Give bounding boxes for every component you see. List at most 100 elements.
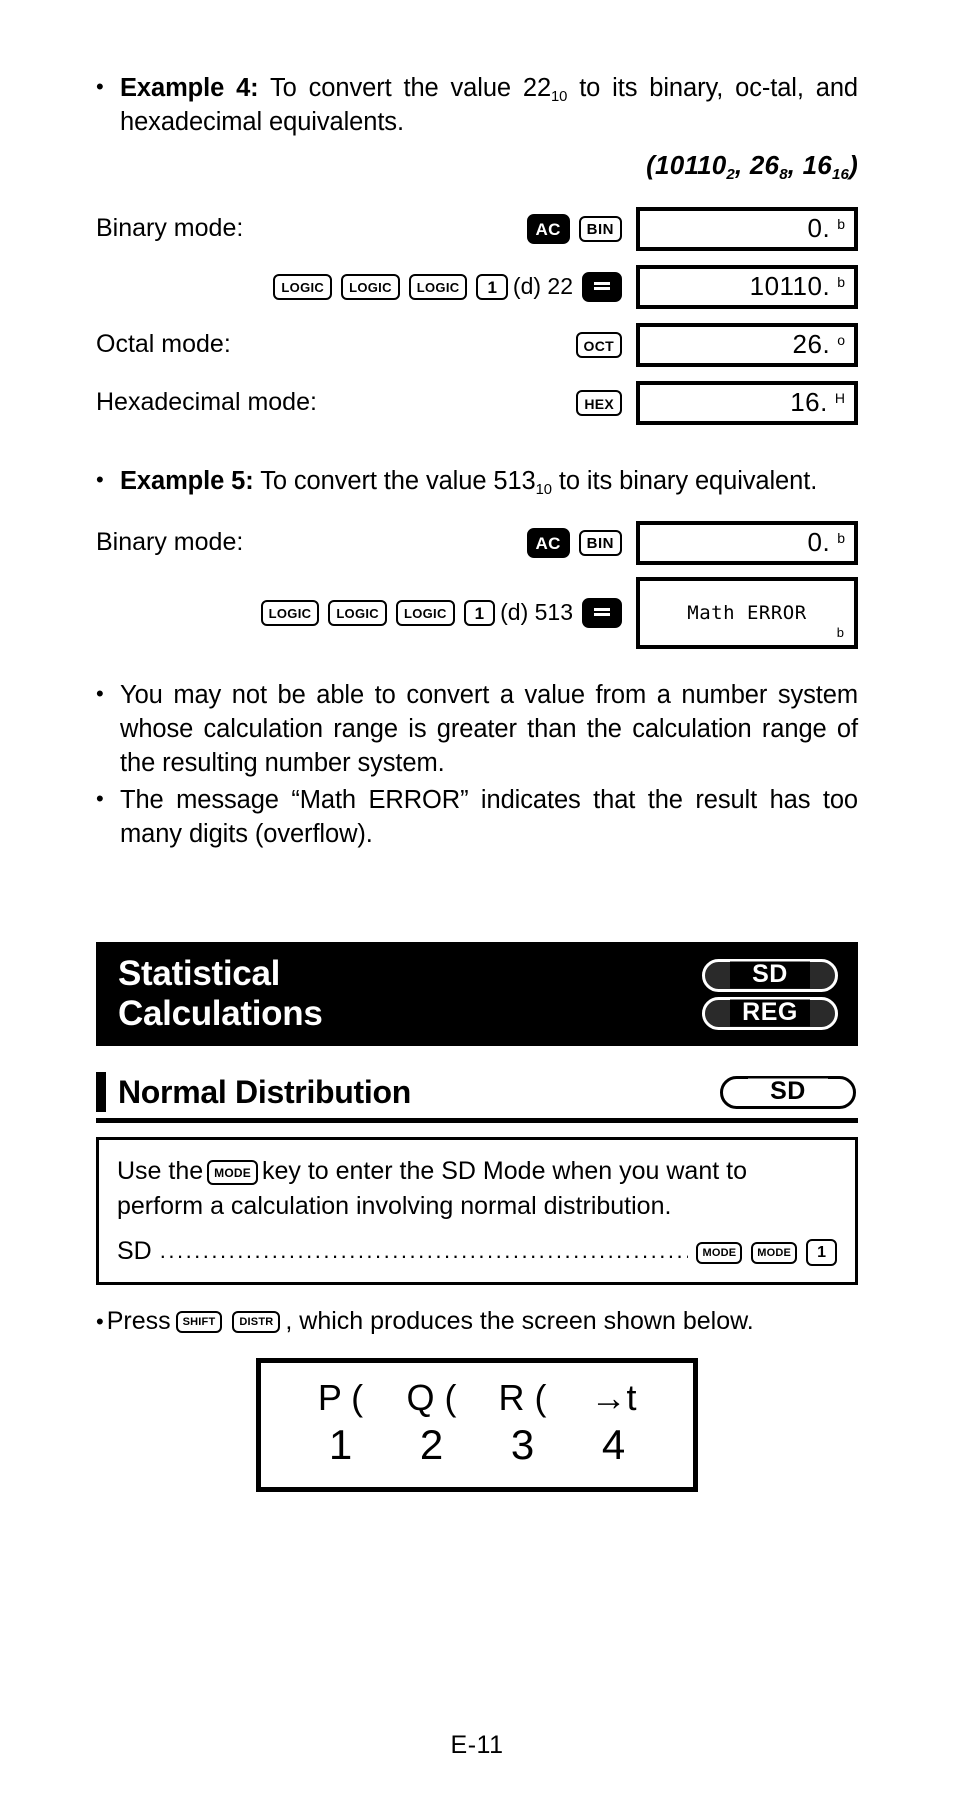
example-5-row-convert: LOGIC LOGIC LOGIC 1 (d) 513 Math ERROR b [96, 576, 858, 649]
logic-key-3[interactable]: LOGIC [408, 273, 468, 300]
mode-key[interactable]: MODE [207, 1160, 258, 1186]
equals-icon [592, 279, 612, 293]
manual-page: • Example 4: To convert the value 2210 t… [0, 0, 954, 1804]
oct-key[interactable]: OCT [575, 331, 622, 358]
subsection-mode-badge-slot: SD [720, 1075, 858, 1109]
mode-key-2[interactable]: MODE [751, 1241, 798, 1264]
press-text-a: Press [106, 1307, 171, 1336]
mode-info-box: Use the MODE key to enter the SD Mode when… [96, 1137, 858, 1286]
bullet-icon: • [96, 680, 104, 706]
example-4-text: Example 4: To convert the value 2210 to … [120, 72, 858, 140]
row-label: Hexadecimal mode: [96, 388, 317, 417]
subsection-accent-bar [96, 1072, 106, 1113]
calculator-display: 10110. b [636, 264, 858, 309]
row-label: Octal mode: [96, 330, 231, 359]
example-5-row-binary: Binary mode: AC BIN 0. b [96, 520, 858, 565]
screen-function-p: P ( [317, 1377, 364, 1419]
screen-row-numbers: 1 2 3 4 [295, 1421, 659, 1469]
display-value: 0. [807, 527, 831, 558]
subsection-header-block: Normal Distribution SD [96, 1072, 858, 1124]
equals-icon [592, 605, 612, 619]
answer-value-1: 10110 [655, 149, 727, 180]
logic-key-1[interactable]: LOGIC [273, 273, 333, 300]
example-4-block: • Example 4: To convert the value 2210 t… [96, 0, 858, 425]
row-suffix: (d) 513 [500, 599, 573, 626]
bullet-icon: • [96, 786, 104, 812]
calculator-screen-diagram: P ( Q ( R ( →t 1 2 3 4 [256, 1358, 698, 1493]
example-4-paragraph: • Example 4: To convert the value 2210 t… [96, 72, 858, 140]
mode-key-1[interactable]: MODE [696, 1241, 743, 1264]
screen-number-3: 3 [510, 1421, 535, 1469]
answer-sub-3: 16 [831, 165, 850, 183]
row-keys: HEX [576, 389, 636, 416]
ac-key[interactable]: AC [526, 213, 570, 244]
bin-key[interactable]: BIN [578, 215, 622, 242]
calculator-display: 26. o [636, 322, 858, 367]
digit-1-key[interactable]: 1 [463, 599, 496, 626]
row-label: Binary mode: [96, 528, 244, 557]
row-keys: LOGIC LOGIC LOGIC 1 (d) 22 [273, 271, 636, 302]
answer-sub-1: 2 [726, 165, 735, 183]
display-mode-mark: b [837, 273, 845, 290]
display-value: 16. [790, 387, 828, 418]
screen-function-q: Q ( [406, 1377, 457, 1419]
answer-value-2: 26 [749, 149, 780, 180]
equals-key[interactable] [582, 597, 622, 628]
section-banner: Statistical Calculations SD REG [96, 942, 858, 1047]
section-title: Statistical Calculations [118, 954, 323, 1034]
answer-sep-1: , [735, 149, 750, 180]
calculator-display: 0. b [636, 520, 858, 565]
example-4-row-octal: Octal mode: OCT 26. o [96, 322, 858, 367]
hex-key[interactable]: HEX [576, 389, 622, 416]
answer-sep-2: , [787, 149, 803, 180]
row-suffix: (d) 22 [512, 273, 573, 300]
row-label: Binary mode: [96, 214, 244, 243]
display-mode-mark: b [836, 624, 844, 640]
example-4-subscript: 10 [551, 88, 568, 105]
example-5-block: • Example 5: To convert the value 51310 … [96, 465, 858, 649]
calculator-display-error: Math ERROR b [636, 576, 858, 649]
mode-badge-reg: REG [702, 996, 838, 1030]
digit-1-key[interactable]: 1 [476, 273, 508, 300]
mode-badge-sd: SD [720, 1075, 856, 1109]
display-mode-mark: b [837, 529, 845, 546]
logic-key-2[interactable]: LOGIC [328, 599, 387, 626]
calculator-display: 0. b [636, 206, 858, 251]
example-4-answer: (101102, 268, 1616) [96, 149, 858, 183]
bullet-icon: • [96, 74, 104, 99]
example-5-label: Example 5: [120, 466, 254, 495]
dot-leader: ........................................… [159, 1238, 689, 1264]
bullet-icon: • [96, 466, 104, 492]
screen-function-t: →t [590, 1377, 637, 1419]
mode-badge-label: SD [770, 1076, 806, 1105]
distr-key[interactable]: DISTR [232, 1310, 281, 1333]
press-instruction: • Press SHIFT DISTR , which produces the… [96, 1307, 858, 1336]
screen-diagram-wrap: P ( Q ( R ( →t 1 2 3 4 [96, 1358, 858, 1493]
subsection-title: Normal Distribution [118, 1073, 411, 1110]
logic-key-2[interactable]: LOGIC [341, 273, 400, 300]
equals-key[interactable] [582, 271, 622, 302]
bin-key[interactable]: BIN [578, 529, 622, 556]
example-4-label: Example 4: [120, 74, 259, 102]
display-mode-mark: b [837, 215, 845, 232]
answer-close-paren: ) [849, 149, 858, 180]
screen-number-4: 4 [601, 1421, 626, 1469]
shift-key[interactable]: SHIFT [175, 1310, 223, 1333]
logic-key-1[interactable]: LOGIC [260, 599, 320, 626]
digit-1-key[interactable]: 1 [806, 1239, 837, 1267]
screen-number-2: 2 [419, 1421, 444, 1469]
mode-entry-name: SD [117, 1237, 152, 1266]
notes-block: • You may not be able to convert a value… [96, 679, 858, 853]
press-text-b: , which produces the screen shown below. [285, 1307, 754, 1336]
ac-key[interactable]: AC [526, 527, 570, 558]
screen-number-1: 1 [328, 1421, 353, 1469]
example-4-row-binary: Binary mode: AC BIN 0. b [96, 206, 858, 251]
note-item: • You may not be able to convert a value… [96, 679, 858, 781]
example-4-text-a: To convert the value 22 [270, 74, 552, 102]
example-4-row-convert: LOGIC LOGIC LOGIC 1 (d) 22 10110. b [96, 264, 858, 309]
screen-function-r: R ( [498, 1377, 547, 1419]
logic-key-3[interactable]: LOGIC [395, 599, 455, 626]
example-4-row-hex: Hexadecimal mode: HEX 16. H [96, 380, 858, 425]
display-value: 26. [792, 329, 831, 360]
mode-info-text: Use the MODE key to enter the SD Mode when… [117, 1154, 837, 1223]
